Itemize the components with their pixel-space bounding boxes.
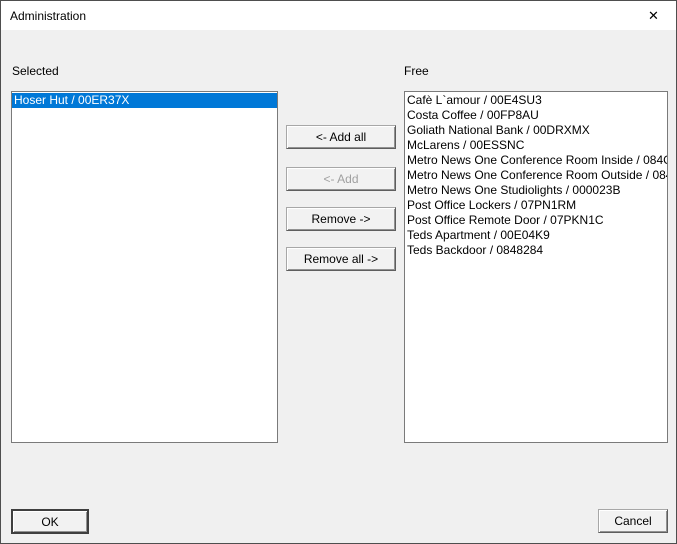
list-item[interactable]: Metro News One Studiolights / 000023B [405,183,667,198]
free-list-label: Free [404,64,429,78]
cancel-button[interactable]: Cancel [598,509,668,533]
add-all-button[interactable]: <- Add all [286,125,396,149]
list-item[interactable]: Goliath National Bank / 00DRXMX [405,123,667,138]
list-item[interactable]: McLarens / 00ESSNC [405,138,667,153]
list-item[interactable]: Teds Backdoor / 0848284 [405,243,667,258]
list-item[interactable]: Hoser Hut / 00ER37X [12,93,277,108]
list-item[interactable]: Cafè L`amour / 00E4SU3 [405,93,667,108]
close-icon[interactable]: ✕ [631,1,676,30]
dialog-title: Administration [1,9,86,23]
add-button[interactable]: <- Add [286,167,396,191]
titlebar: Administration ✕ [1,1,676,30]
list-item[interactable]: Metro News One Conference Room Inside / … [405,153,667,168]
remove-all-button[interactable]: Remove all -> [286,247,396,271]
administration-dialog: Administration ✕ Selected Free Hoser Hut… [0,0,677,544]
selected-list-label: Selected [12,64,59,78]
free-listbox[interactable]: Cafè L`amour / 00E4SU3Costa Coffee / 00F… [404,91,668,443]
list-item[interactable]: Post Office Remote Door / 07PKN1C [405,213,667,228]
selected-listbox[interactable]: Hoser Hut / 00ER37X [11,91,278,443]
list-item[interactable]: Teds Apartment / 00E04K9 [405,228,667,243]
list-item[interactable]: Costa Coffee / 00FP8AU [405,108,667,123]
list-item[interactable]: Post Office Lockers / 07PN1RM [405,198,667,213]
list-item[interactable]: Metro News One Conference Room Outside /… [405,168,667,183]
remove-button[interactable]: Remove -> [286,207,396,231]
ok-button[interactable]: OK [11,509,89,534]
